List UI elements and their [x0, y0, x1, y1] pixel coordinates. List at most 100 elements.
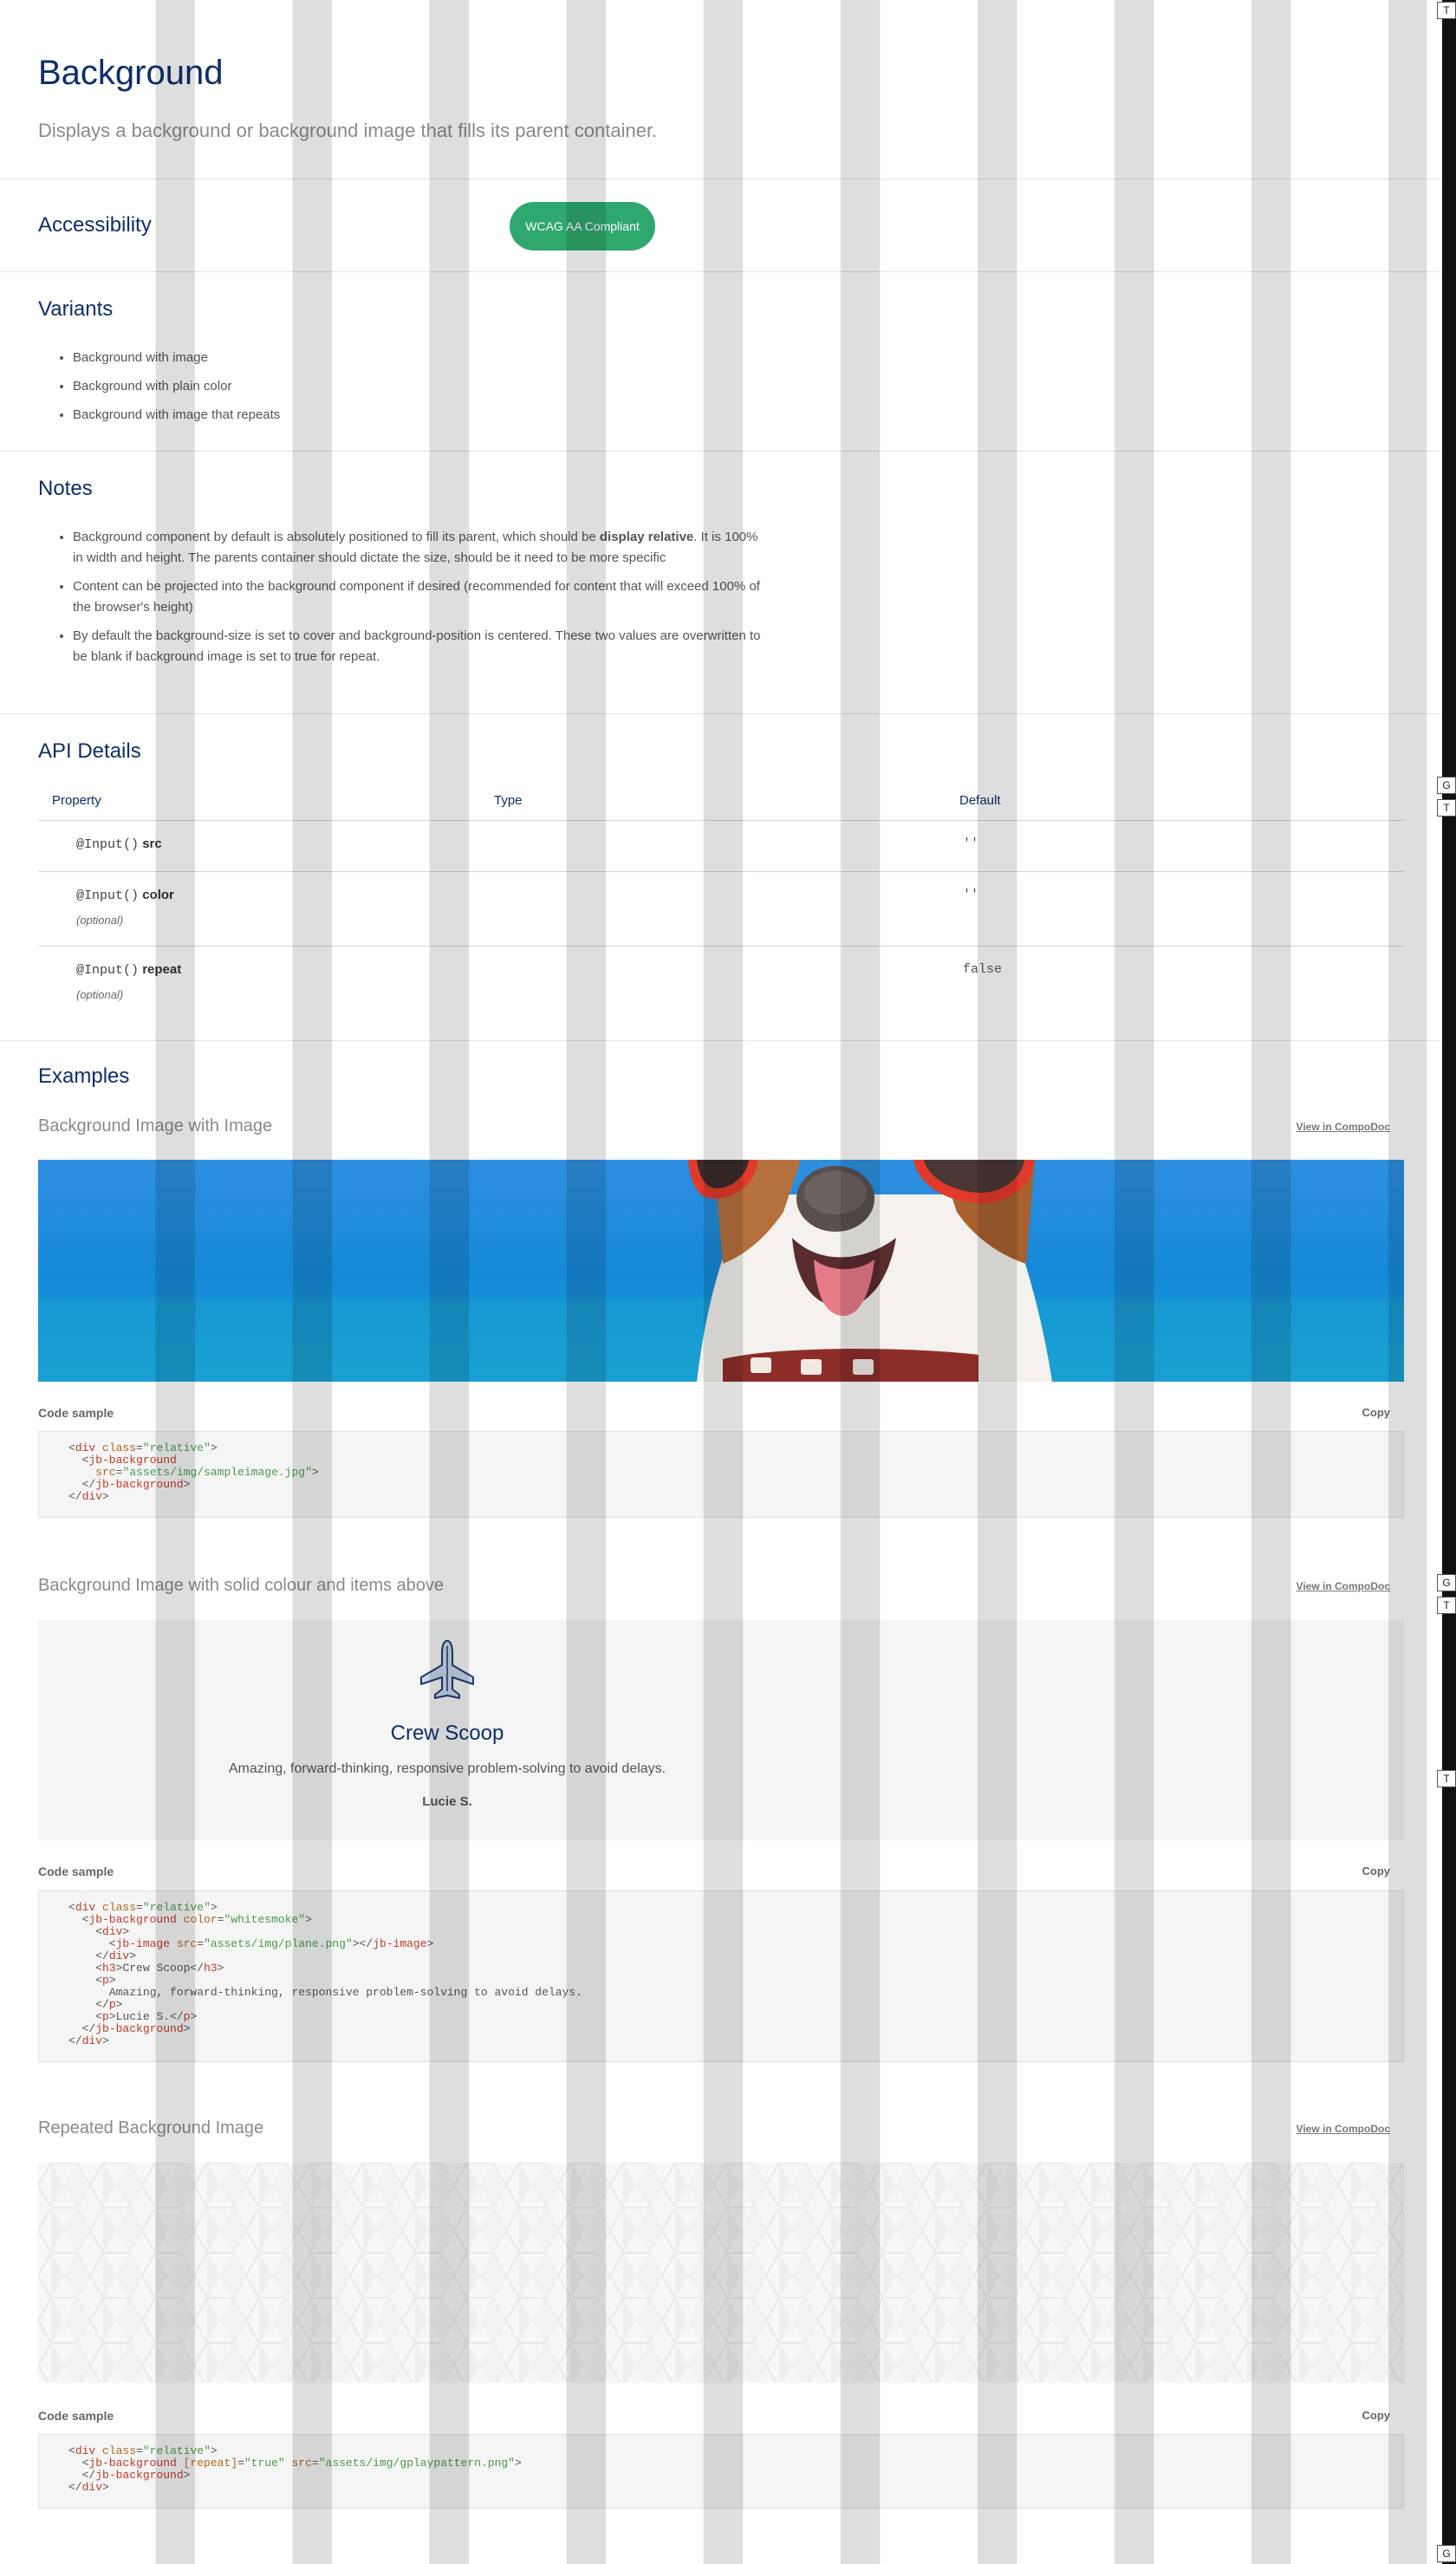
property-name: repeat	[142, 962, 182, 977]
list-item: Background with image that repeats	[73, 405, 766, 426]
code-token: src	[176, 1937, 198, 1950]
code-token: p	[183, 2010, 191, 2023]
notes-list: Background component by default is absol…	[38, 527, 766, 675]
note-emphasis: display relative	[599, 530, 694, 544]
code-token: h3	[204, 1962, 218, 1975]
view-in-compodoc-link[interactable]: View in CompoDoc	[1297, 1580, 1390, 1592]
decorator: @Input()	[76, 963, 140, 978]
notes-title: Notes	[38, 477, 93, 500]
notes-section: Notes Background component by default is…	[0, 451, 1442, 714]
code-block[interactable]: <div class="relative"> <jb-background sr…	[38, 1431, 1404, 1518]
list-item: Content can be projected into the backgr…	[73, 576, 766, 618]
side-marker[interactable]: T	[1437, 799, 1456, 817]
column-header: Property	[38, 780, 480, 821]
decorator: @Input()	[76, 888, 140, 903]
page-title: Background	[38, 54, 224, 92]
card-author: Lucie S.	[422, 1794, 472, 1809]
default-cell: false	[963, 962, 1003, 977]
code-token: h3	[102, 1962, 116, 1975]
view-in-compodoc-link[interactable]: View in CompoDoc	[1297, 1121, 1390, 1133]
code-token: "relative"	[142, 1901, 211, 1914]
copy-button[interactable]: Copy	[1362, 2409, 1391, 2422]
property-name: src	[142, 836, 162, 851]
code-token: class	[102, 1901, 137, 1914]
code-token: div	[102, 1925, 123, 1938]
code-token: p	[102, 2010, 109, 2023]
code-token: jb-background	[95, 1478, 184, 1491]
code-block[interactable]: <div class="relative"> <jb-background [r…	[38, 2434, 1404, 2509]
code-token: "true"	[244, 2457, 285, 2470]
side-marker[interactable]: G	[1437, 777, 1456, 794]
column-header: Default	[946, 780, 1404, 821]
example-title: Repeated Background Image	[38, 2118, 264, 2138]
code-token: jb-image	[115, 1937, 171, 1950]
card-text: Amazing, forward-thinking, responsive pr…	[228, 1761, 666, 1776]
side-marker[interactable]: T	[1437, 2, 1456, 19]
property-cell: @Input() color (optional)	[38, 871, 480, 947]
code-token: class	[102, 1441, 137, 1454]
type-cell	[480, 947, 946, 1021]
page: Background Displays a background or back…	[0, 0, 1442, 2564]
variants-list: Background with image Background with pl…	[38, 348, 766, 433]
plane-icon	[420, 1640, 474, 1699]
code-token: jb-background	[88, 2457, 177, 2470]
code-token: Lucie S.	[115, 2010, 171, 2023]
card-title: Crew Scoop	[390, 1721, 504, 1745]
code-sample-label: Code sample	[38, 1864, 114, 1878]
list-item: Background with plain color	[73, 376, 766, 397]
side-marker[interactable]: T	[1437, 1597, 1456, 1614]
code-token: Crew Scoop	[122, 1962, 191, 1975]
code-token: div	[81, 2481, 103, 2494]
code-block[interactable]: <div class="relative"> <jb-background co…	[38, 1890, 1404, 2062]
optional-label: (optional)	[76, 914, 124, 927]
code-token: div	[75, 1901, 96, 1914]
code-token: p	[108, 1998, 116, 2011]
accessibility-title: Accessibility	[38, 213, 152, 237]
repeated-background-demo	[38, 2163, 1404, 2383]
code-token: "assets/img/sampleimage.jpg"	[122, 1466, 312, 1479]
side-marker[interactable]: G	[1437, 1574, 1456, 1591]
example-title: Background Image with Image	[38, 1116, 273, 1136]
code-token: div	[75, 1441, 96, 1454]
header-section: Background Displays a background or back…	[0, 0, 1442, 179]
edge-bar	[1442, 0, 1456, 2564]
list-item: Background with image	[73, 348, 766, 368]
code-token: jb-background	[88, 1454, 177, 1467]
code-token: div	[81, 2034, 103, 2047]
code-token: div	[108, 1949, 130, 1962]
default-cell: ''	[946, 820, 1404, 872]
optional-label: (optional)	[76, 988, 124, 1001]
type-cell	[480, 820, 946, 872]
background-image-demo	[38, 1160, 1404, 1382]
copy-button[interactable]: Copy	[1362, 1406, 1391, 1419]
solid-background-demo: Crew Scoop Amazing, forward-thinking, re…	[38, 1620, 1404, 1840]
copy-button[interactable]: Copy	[1362, 1864, 1391, 1877]
repeat-pattern	[38, 2163, 1404, 2383]
code-sample-label: Code sample	[38, 1406, 114, 1420]
table-row: @Input() color (optional) ''	[38, 871, 1404, 947]
api-title: API Details	[38, 739, 141, 763]
property-name: color	[142, 888, 174, 902]
code-token: "relative"	[142, 1441, 211, 1454]
table-row: @Input() src ''	[38, 820, 1404, 872]
code-token: jb-background	[88, 1913, 177, 1926]
code-token: Amazing, forward-thinking, responsive pr…	[108, 1986, 582, 1999]
side-marker[interactable]: G	[1437, 2545, 1456, 2562]
code-token: div	[81, 1490, 103, 1503]
variants-title: Variants	[38, 297, 114, 321]
variants-section: Variants Background with image Backgroun…	[0, 271, 1442, 452]
code-token: "assets/img/plane.png"	[204, 1937, 353, 1950]
note-text: Background component by default is absol…	[73, 530, 600, 544]
property-cell: @Input() src	[38, 820, 480, 872]
table-header-row: Property Type Default	[38, 780, 1404, 821]
view-in-compodoc-link[interactable]: View in CompoDoc	[1297, 2123, 1390, 2135]
code-token: "relative"	[142, 2444, 211, 2457]
api-table: Property Type Default @Input() src '' @I…	[38, 780, 1404, 1021]
dog-photo	[38, 1160, 1404, 1382]
code-sample-label: Code sample	[38, 2409, 114, 2423]
code-token: jb-background	[95, 2022, 184, 2035]
accessibility-section: Accessibility	[0, 179, 1442, 272]
property-cell: @Input() repeat (optional)	[38, 947, 480, 1021]
side-marker[interactable]: T	[1437, 1770, 1456, 1787]
type-cell	[480, 871, 946, 947]
